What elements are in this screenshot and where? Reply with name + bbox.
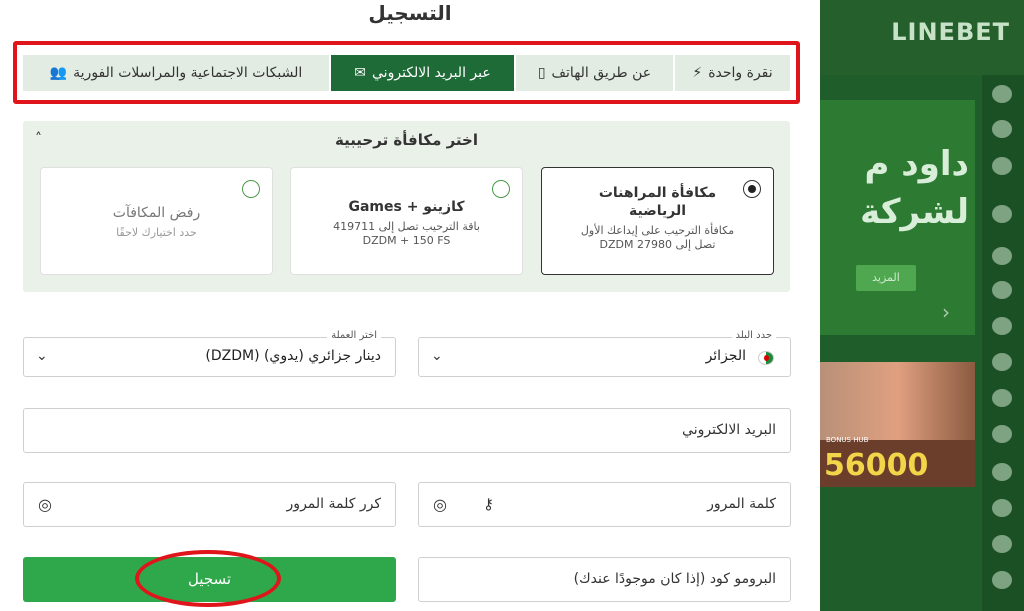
banner-text: داود م لشركة [860,144,969,232]
country-label: حدد البلد [731,330,776,341]
bonus-card-description: مكافأة الترحيب على إيداعك الأول تصل إلى … [580,224,735,251]
trophy-icon [992,120,1012,138]
registration-modal: التسجيل ⚡ نقرة واحدة ▯ عن طريق الهاتف ✉ … [0,0,820,611]
promo-banner: BONUS HUB 56000 [820,362,975,487]
hockey-icon [992,389,1012,407]
tab-label: نقرة واحدة [708,65,773,81]
phone-icon: ▯ [537,65,546,81]
tab-social-networks[interactable]: 👥 الشبكات الاجتماعية والمراسلات الفورية [23,55,329,91]
promo-code-placeholder: البرومو كود (إذا كان موجودًا عندك) [573,571,776,587]
welcome-bonus-panel: اختر مكافأة ترحيبية ˄ مكافأة المراهنات ا… [23,121,790,292]
currency-label: اختر العملة [327,330,381,341]
bonus-card-casino[interactable]: كازينو + Games باقة الترحيب تصل إلى 4197… [290,167,523,275]
background-banner: داود م لشركة › [820,100,975,335]
chevron-down-icon: ⌄ [431,348,443,364]
football-icon [992,317,1012,335]
key-icon[interactable]: ⚷ [483,495,494,513]
background-topbar: LINEBET [820,0,1024,75]
password-field[interactable]: كلمة المرور ⚷ ◎ [418,482,791,527]
basketball-icon [992,425,1012,443]
plus-icon [992,205,1012,223]
eye-slash-icon[interactable]: ◎ [38,495,52,514]
thumbs-up-icon [992,85,1012,103]
tab-label: عبر البريد الالكتروني [372,65,491,81]
promo-image [820,362,975,440]
bonus-card-description: حدد اختيارك لاحقًا [116,226,197,239]
leaf-icon [992,499,1012,517]
country-select[interactable]: حدد البلد الجزائر ⌄ [418,330,791,377]
radio-button[interactable] [242,180,260,198]
tab-label: عن طريق الهاتف [551,65,652,81]
users-icon: 👥 [49,65,68,81]
tab-label: الشبكات الاجتماعية والمراسلات الفورية [73,65,303,81]
banner-button: المزيد [856,265,916,291]
currency-value: دينار جزائري (يدوي) (DZDM) [205,348,381,364]
tab-phone[interactable]: ▯ عن طريق الهاتف [516,55,673,91]
bonus-card-decline[interactable]: رفض المكافآت حدد اختيارك لاحقًا [40,167,273,275]
tab-one-click[interactable]: ⚡ نقرة واحدة [675,55,790,91]
brand-logo: LINEBET [891,18,1010,46]
eye-slash-icon[interactable]: ◎ [433,495,447,514]
chevron-down-icon: ⌄ [36,348,48,364]
bonus-card-sports[interactable]: مكافأة المراهنات الرياضية مكافأة الترحيب… [541,167,774,275]
submit-highlight-ring [135,550,281,607]
star-icon [992,281,1012,299]
radio-button[interactable] [743,180,761,198]
chess-icon [992,463,1012,481]
tab-email[interactable]: ✉ عبر البريد الالكتروني [331,55,514,91]
tennis-icon [992,353,1012,371]
lightning-icon: ⚡ [692,65,703,81]
bonus-title: اختر مكافأة ترحيبية [334,131,479,149]
chevron-up-icon[interactable]: ˄ [35,131,42,147]
currency-select[interactable]: اختر العملة دينار جزائري (يدوي) (DZDM) ⌄ [23,330,396,377]
envelope-icon: ✉ [354,65,367,81]
bonus-card-description: باقة الترحيب تصل إلى 419711 DZDM + 150 F… [333,220,480,247]
sport-icon [992,247,1012,265]
promo-code-field[interactable]: البرومو كود (إذا كان موجودًا عندك) [418,557,791,602]
bonus-card-title: كازينو + Games [348,199,465,215]
promo-number: 56000 [824,448,929,483]
algeria-flag-icon [758,351,774,365]
repeat-password-field[interactable]: كرر كلمة المرور ◎ [23,482,396,527]
radio-button[interactable] [492,180,510,198]
bonus-card-title: مكافأة المراهنات الرياضية [598,185,717,219]
email-placeholder: البريد الالكتروني [682,422,776,438]
password-placeholder: كلمة المرور [707,496,776,512]
gamepad-icon [992,571,1012,589]
background-site: LINEBET داود م لشركة › المزيد BONUS HUB … [820,0,1024,611]
sport-rail [982,75,1024,611]
repeat-password-placeholder: كرر كلمة المرور [286,496,381,512]
chevron-right-icon: › [942,300,950,324]
country-value: الجزائر [705,348,746,364]
promo-small-label: BONUS HUB [826,436,869,444]
registration-method-tabs: ⚡ نقرة واحدة ▯ عن طريق الهاتف ✉ عبر البر… [23,55,790,91]
grid-icon [992,157,1012,175]
email-field[interactable]: البريد الالكتروني [23,408,791,453]
bonus-card-title: رفض المكافآت [112,205,201,221]
pen-icon [992,535,1012,553]
page-title: التسجيل [368,1,452,25]
